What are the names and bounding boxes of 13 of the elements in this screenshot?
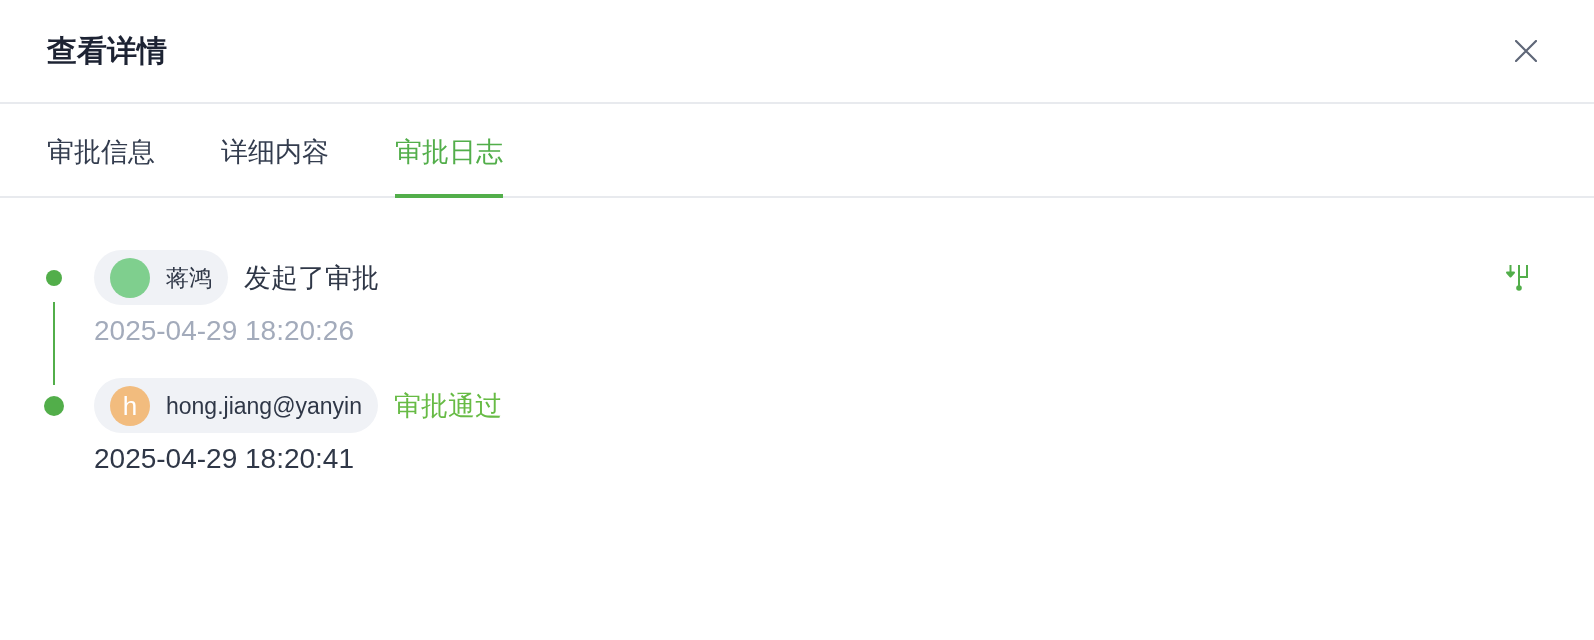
log-action: 审批通过 <box>394 389 502 423</box>
user-name: hong.jiang@yanyin <box>166 391 362 421</box>
log-action: 发起了审批 <box>244 261 379 295</box>
tab[interactable]: 详细内容 <box>221 104 329 198</box>
log-timestamp: 2025-04-29 18:20:26 <box>94 314 355 348</box>
log-timestamp: 2025-04-29 18:20:41 <box>94 442 355 476</box>
arrow-branch-icon[interactable] <box>1506 262 1530 292</box>
dialog-title: 查看详情 <box>47 33 167 69</box>
close-icon <box>1515 40 1537 62</box>
close-button[interactable] <box>1515 40 1537 62</box>
user-name: 蒋鸿 <box>166 263 212 293</box>
tab[interactable]: 审批信息 <box>47 104 155 198</box>
letter-avatar: h <box>110 385 150 426</box>
